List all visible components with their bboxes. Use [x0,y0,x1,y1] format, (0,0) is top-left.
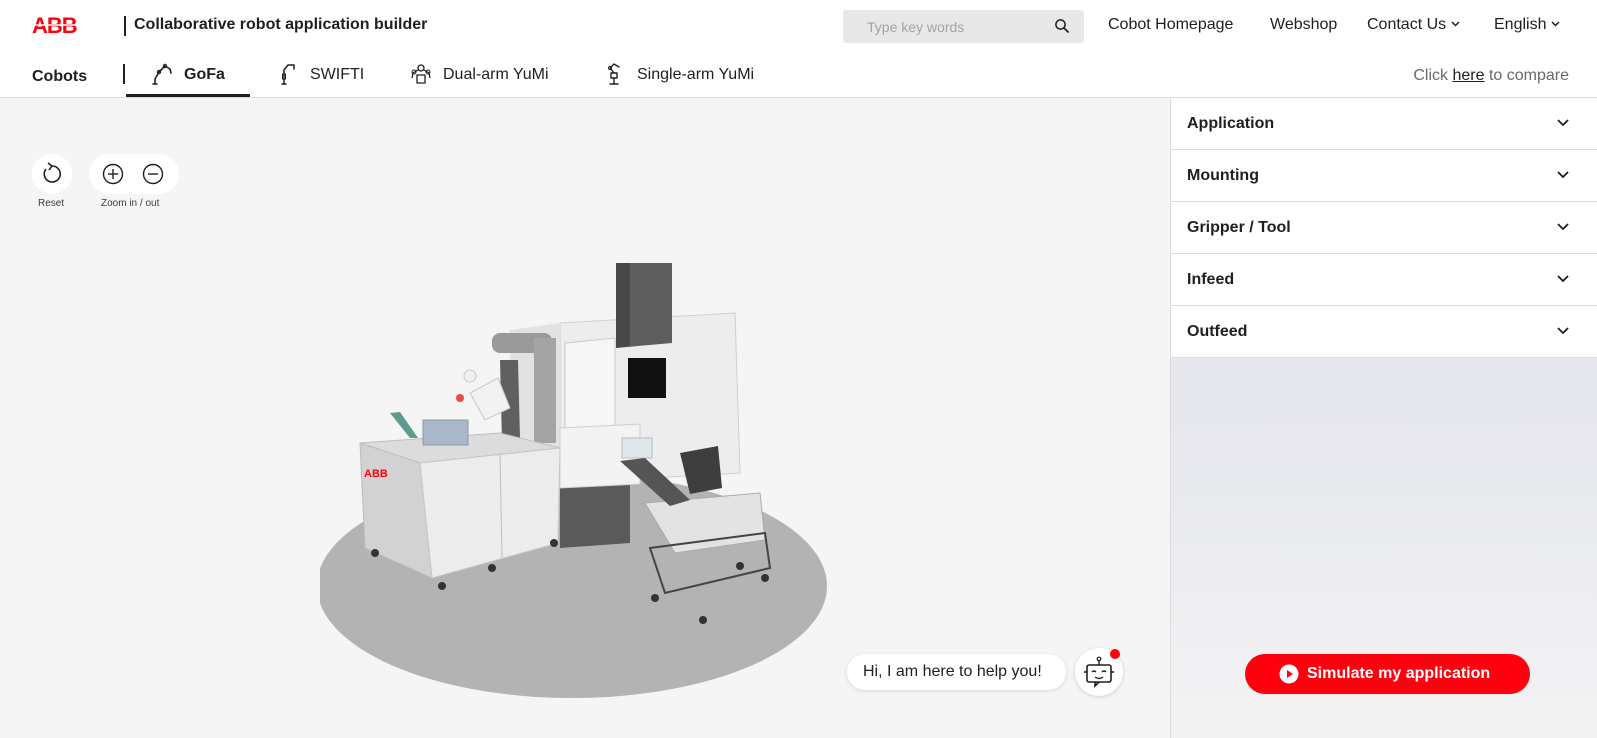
chevron-down-icon [1451,21,1460,27]
tab-swifti-label: SWIFTI [310,66,365,83]
cobot-tabs-bar: Cobots GoFa SWIFTI Dual-arm YuMi Single-… [0,52,1597,98]
cobots-label: Cobots [32,68,88,85]
compare-prefix: Click [1413,67,1453,84]
top-header: ABB Collaborative robot application buil… [0,0,1597,52]
compare-hint: Click here to compare [1413,67,1569,85]
cabinet-abb-logo: ABB [364,468,388,480]
search-box [843,10,1084,43]
section-outfeed-label: Outfeed [1187,323,1248,340]
active-tab-indicator [126,94,250,97]
section-mounting[interactable]: Mounting [1171,150,1597,202]
3d-viewer[interactable]: Reset Zoom in / out ABB Hi, I am here to… [0,98,1170,738]
chevron-down-icon [1557,275,1569,283]
reset-icon [43,162,62,183]
section-outfeed[interactable]: Outfeed [1171,306,1597,358]
section-application-label: Application [1187,115,1275,132]
chevron-down-icon [1551,21,1561,27]
compare-suffix: to compare [1484,67,1569,84]
webshop-link[interactable]: Webshop [1270,16,1337,34]
chevron-down-icon [1557,223,1569,231]
language-label: English [1494,16,1547,33]
tab-swifti[interactable]: SWIFTI [276,62,364,98]
cobot-homepage-link[interactable]: Cobot Homepage [1108,16,1233,34]
contact-us-label: Contact Us [1367,16,1447,33]
section-gripper-tool[interactable]: Gripper / Tool [1171,202,1597,254]
configuration-panel: Application Mounting Gripper / Tool Infe… [1170,98,1597,738]
single-arm-yumi-icon [607,63,620,85]
simulate-button[interactable]: Simulate my application [1245,654,1530,694]
dual-arm-yumi-icon [411,64,431,84]
zoom-out-icon[interactable] [142,163,164,185]
robot-cell-scene[interactable]: ABB [320,248,850,708]
simulate-label: Simulate my application [1307,665,1491,682]
reset-button[interactable] [32,154,72,194]
section-mounting-label: Mounting [1187,167,1259,184]
tab-single-arm-yumi-label: Single-arm YuMi [637,66,755,83]
search-icon[interactable] [1054,18,1070,34]
search-input[interactable] [843,10,1043,43]
tab-single-arm-yumi[interactable]: Single-arm YuMi [603,62,754,98]
abb-logo[interactable]: ABB [32,14,82,36]
play-icon [1279,664,1299,684]
tab-dual-arm-yumi[interactable]: Dual-arm YuMi [409,62,549,98]
compare-link[interactable]: here [1452,67,1484,84]
gofa-robot-icon [152,63,172,85]
contact-us-menu[interactable]: Contact Us [1367,16,1460,34]
section-gripper-tool-label: Gripper / Tool [1187,219,1291,236]
chevron-down-icon [1557,119,1569,127]
zoom-caption: Zoom in / out [101,198,160,209]
section-infeed-label: Infeed [1187,271,1235,288]
title-divider [124,16,126,36]
swifti-robot-icon [281,64,295,85]
chat-prompt-bubble[interactable]: Hi, I am here to help you! [847,654,1066,690]
section-infeed[interactable]: Infeed [1171,254,1597,306]
zoom-in-icon[interactable] [102,163,124,185]
language-selector[interactable]: English [1494,16,1561,34]
tabs-divider [123,64,125,84]
reset-caption: Reset [38,198,65,209]
notification-badge [1110,649,1120,659]
tab-gofa-label: GoFa [184,66,225,83]
app-title: Collaborative robot application builder [134,16,428,33]
section-application[interactable]: Application [1171,98,1597,150]
tab-gofa[interactable]: GoFa [150,62,225,98]
chevron-down-icon [1557,327,1569,335]
tab-dual-arm-yumi-label: Dual-arm YuMi [443,66,549,83]
chevron-down-icon [1557,171,1569,179]
zoom-controls [89,154,179,194]
